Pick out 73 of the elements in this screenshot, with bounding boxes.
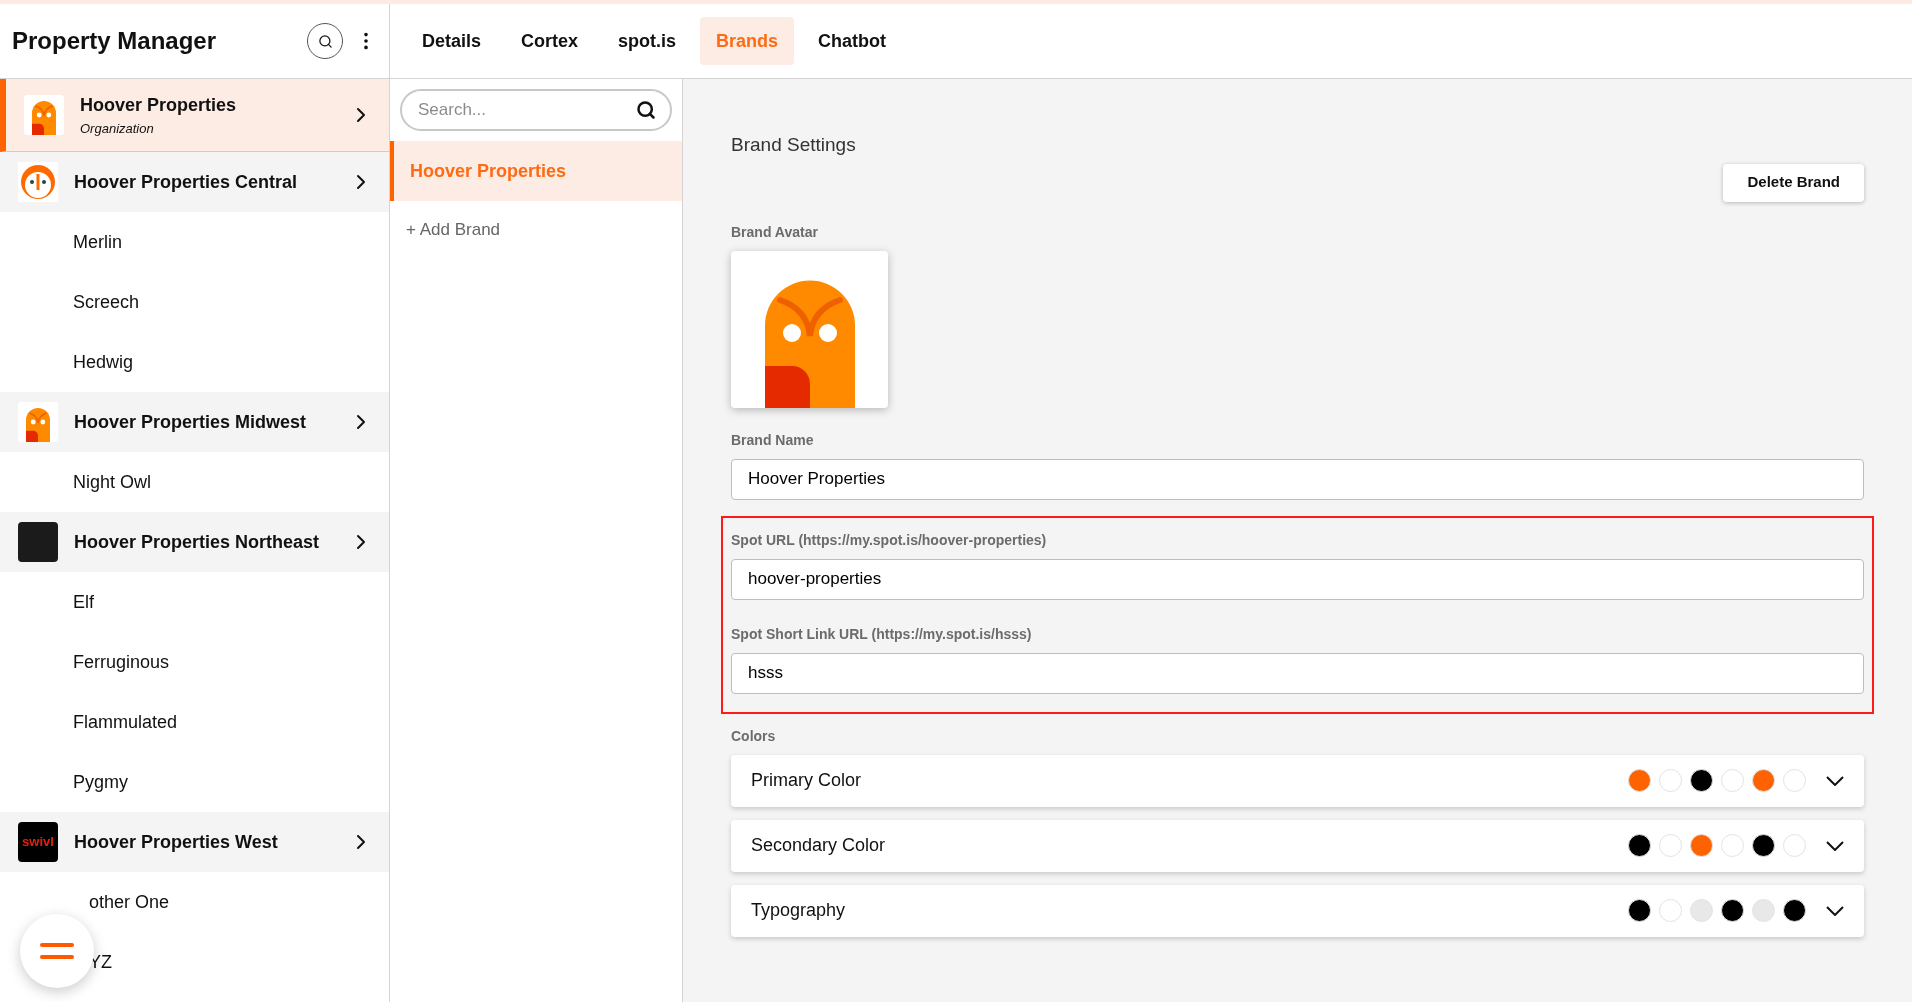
search-field[interactable]: Search...: [400, 89, 672, 131]
organization-name: Hoover Properties Central: [74, 170, 299, 194]
property-item[interactable]: Screech: [73, 288, 140, 316]
color-swatch[interactable]: [1783, 769, 1806, 792]
color-swatch[interactable]: [1659, 769, 1682, 792]
color-swatch[interactable]: [1690, 769, 1713, 792]
organization-name: Hoover Properties Midwest: [74, 410, 308, 434]
property-item[interactable]: other One: [73, 888, 170, 916]
logo-wordmark: swivl: [18, 822, 58, 862]
color-swatch[interactable]: [1752, 899, 1775, 922]
color-swatch[interactable]: [1752, 769, 1775, 792]
organization-row[interactable]: Hoover Properties Midwest: [0, 392, 389, 452]
organization-name: Hoover Properties West: [74, 830, 279, 854]
owl-logo-icon: [24, 95, 64, 135]
search-icon: [636, 100, 656, 120]
color-swatch[interactable]: [1721, 834, 1744, 857]
color-swatch[interactable]: [1752, 834, 1775, 857]
property-item[interactable]: Night Owl: [73, 468, 152, 496]
organization-row[interactable]: Hoover Properties Northeast: [0, 512, 389, 572]
text-input-field[interactable]: hsss: [731, 652, 1864, 694]
field-label: Brand Name: [731, 430, 815, 450]
search-icon: [317, 33, 333, 49]
property-item[interactable]: Elf: [73, 588, 94, 616]
property-item[interactable]: Ferruginous: [73, 648, 170, 676]
app-title: Property Manager: [12, 26, 218, 56]
color-swatch[interactable]: [1628, 834, 1651, 857]
color-accordion[interactable]: Secondary Color: [731, 819, 1864, 872]
delete-brand-button[interactable]: Delete Brand: [1723, 163, 1864, 202]
property-item[interactable]: Hedwig: [73, 348, 134, 376]
nav-tab[interactable]: Details: [406, 17, 498, 65]
color-swatch[interactable]: [1783, 899, 1806, 922]
color-swatch[interactable]: [1628, 899, 1651, 922]
organization-row[interactable]: Hoover Properties Organization: [0, 79, 389, 152]
brand-avatar[interactable]: [731, 250, 888, 408]
property-item[interactable]: Flammulated: [73, 708, 178, 736]
accordion-title: Secondary Color: [751, 834, 887, 857]
field-label: Spot URL (https://my.spot.is/hoover-properties): [731, 530, 1048, 550]
accordion-title: Typography: [751, 899, 847, 922]
color-swatch[interactable]: [1690, 899, 1713, 922]
field-label: Colors: [731, 726, 777, 746]
color-swatch[interactable]: [1783, 834, 1806, 857]
menu-icon: [40, 943, 74, 959]
text-input-field[interactable]: hoover-properties: [731, 558, 1864, 600]
color-swatch[interactable]: [1690, 834, 1713, 857]
accordion-title: Primary Color: [751, 769, 862, 792]
property-item[interactable]: Merlin: [73, 228, 122, 256]
color-swatch[interactable]: [1659, 834, 1682, 857]
field-label: Spot Short Link URL (https://my.spot.is/hsss): [731, 624, 1033, 644]
add-brand-link[interactable]: + Add Brand: [406, 217, 501, 243]
chevron-down-icon: [1826, 840, 1844, 851]
nav-tab[interactable]: spot.is: [602, 17, 693, 65]
organization-row[interactable]: swivl Hoover Properties West: [0, 812, 389, 872]
color-swatch[interactable]: [1721, 769, 1744, 792]
color-swatch[interactable]: [1659, 899, 1682, 922]
color-swatch[interactable]: [1628, 769, 1651, 792]
color-accordion[interactable]: Primary Color: [731, 754, 1864, 807]
photo-placeholder: [18, 522, 58, 562]
organization-name: Hoover Properties Northeast: [74, 530, 321, 554]
owl-face-icon: [18, 162, 58, 202]
organization-name: Hoover Properties: [80, 93, 238, 117]
property-item[interactable]: Pygmy: [73, 768, 128, 796]
field-label: Brand Avatar: [731, 222, 819, 242]
text-input-field[interactable]: Hoover Properties: [731, 458, 1864, 500]
organization-row[interactable]: Hoover Properties Central: [0, 152, 389, 212]
organization-subtitle: Organization: [80, 119, 155, 138]
color-accordion[interactable]: Typography: [731, 884, 1864, 937]
chevron-down-icon: [1826, 905, 1844, 916]
chevron-down-icon: [1826, 775, 1844, 786]
section-title: Brand Settings: [731, 133, 857, 157]
menu-button[interactable]: [20, 914, 94, 988]
nav-tab[interactable]: Chatbot: [802, 17, 903, 65]
nav-tab[interactable]: Cortex: [505, 17, 595, 65]
color-swatch[interactable]: [1721, 899, 1744, 922]
